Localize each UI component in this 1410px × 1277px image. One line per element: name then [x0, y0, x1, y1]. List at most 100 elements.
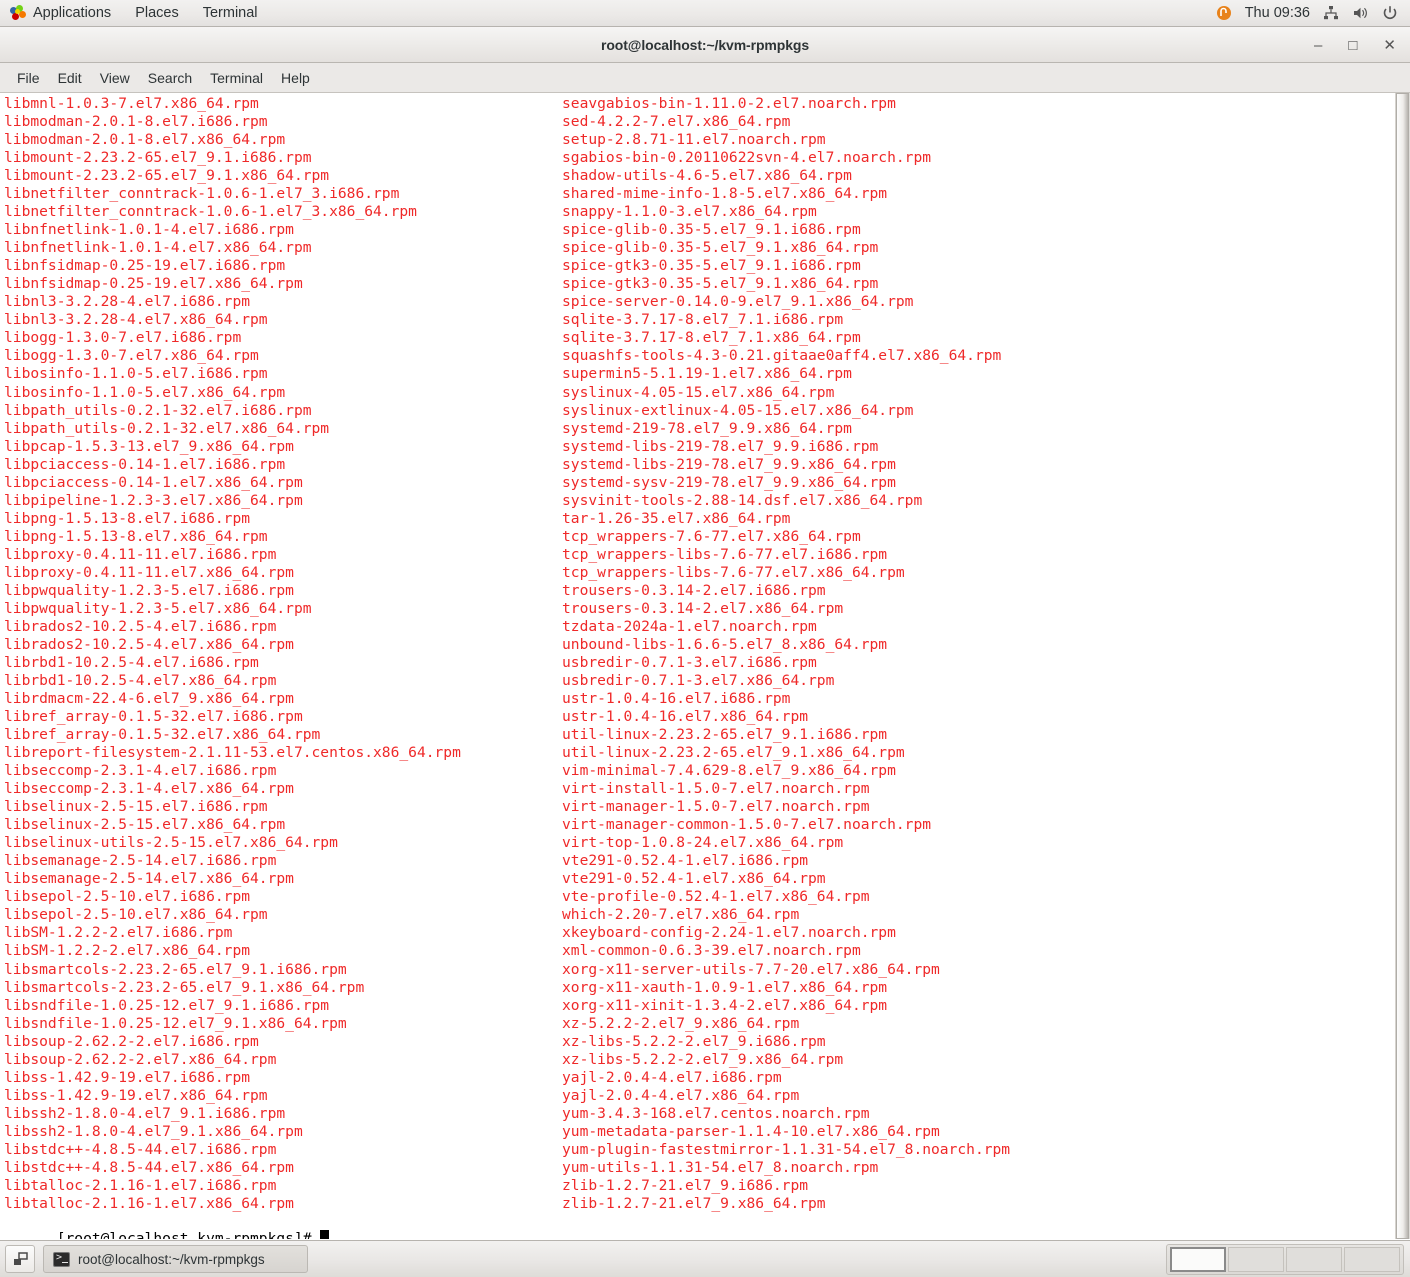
package-name-left: libmount-2.23.2-65.el7_9.1.x86_64.rpm — [4, 167, 330, 185]
clock[interactable]: Thu 09:36 — [1245, 5, 1310, 21]
package-row: libmnl-1.0.3-7.el7.x86_64.rpm seavgabios-… — [4, 95, 1390, 113]
menu-terminal[interactable]: Terminal — [201, 66, 272, 90]
package-row: libpwquality-1.2.3-5.el7.i686.rpm trouser… — [4, 582, 1390, 600]
package-name-right: sed-4.2.2-7.el7.x86_64.rpm — [562, 113, 791, 131]
panel-status-area: Thu 09:36 — [1216, 5, 1410, 21]
terminal-screen[interactable]: libmnl-1.0.3-7.el7.x86_64.rpm seavgabios-… — [0, 93, 1410, 1239]
package-name-right: xz-5.2.2-2.el7_9.x86_64.rpm — [562, 1014, 800, 1032]
workspace-2[interactable] — [1228, 1246, 1284, 1272]
menu-edit[interactable]: Edit — [49, 66, 91, 90]
package-name-left: libnetfilter_conntrack-1.0.6-1.el7_3.x86… — [4, 203, 417, 221]
package-name-left: libstdc++-4.8.5-44.el7.i686.rpm — [4, 1140, 277, 1158]
top-panel: Applications Places Terminal Thu 09:36 — [0, 0, 1410, 27]
package-name-right: setup-2.8.71-11.el7.noarch.rpm — [562, 131, 826, 149]
package-row: libpciaccess-0.14-1.el7.i686.rpm systemd-… — [4, 456, 1390, 474]
menu-search[interactable]: Search — [139, 66, 201, 90]
fedora-orange-icon[interactable] — [1216, 5, 1232, 21]
package-name-left: libsndfile-1.0.25-12.el7_9.1.i686.rpm — [4, 996, 330, 1014]
terminal-output: libmnl-1.0.3-7.el7.x86_64.rpm seavgabios-… — [0, 93, 1390, 1239]
package-row: libnfsidmap-0.25-19.el7.i686.rpm spice-gt… — [4, 257, 1390, 275]
window-titlebar[interactable]: root@localhost:~/kvm-rpmpkgs – □ ✕ — [0, 27, 1410, 63]
package-name-right: virt-manager-1.5.0-7.el7.noarch.rpm — [562, 798, 870, 816]
menu-view[interactable]: View — [91, 66, 139, 90]
package-name-left: libss-1.42.9-19.el7.i686.rpm — [4, 1068, 251, 1086]
package-name-left: libnfnetlink-1.0.1-4.el7.x86_64.rpm — [4, 239, 312, 257]
package-name-left: libnfnetlink-1.0.1-4.el7.i686.rpm — [4, 221, 294, 239]
prompt-text: [root@localhost kvm-rpmpkgs]# — [56, 1230, 321, 1239]
workspace-3[interactable] — [1286, 1246, 1342, 1272]
package-row: libseccomp-2.3.1-4.el7.i686.rpm vim-minim… — [4, 762, 1390, 780]
package-name-right: zlib-1.2.7-21.el7_9.i686.rpm — [562, 1176, 809, 1194]
package-name-left: libpcap-1.5.3-13.el7_9.x86_64.rpm — [4, 437, 294, 455]
package-listing: libmnl-1.0.3-7.el7.x86_64.rpm seavgabios-… — [4, 95, 1390, 1213]
package-name-left: libosinfo-1.1.0-5.el7.i686.rpm — [4, 365, 268, 383]
power-icon[interactable] — [1382, 5, 1398, 21]
package-name-right: yum-metadata-parser-1.1.4-10.el7.x86_64.… — [562, 1122, 940, 1140]
package-name-left: libseccomp-2.3.1-4.el7.i686.rpm — [4, 762, 277, 780]
package-name-right: sqlite-3.7.17-8.el7_7.1.x86_64.rpm — [562, 329, 861, 347]
package-name-right: spice-glib-0.35-5.el7_9.1.i686.rpm — [562, 221, 861, 239]
package-name-left: libselinux-utils-2.5-15.el7.x86_64.rpm — [4, 834, 338, 852]
package-row: libpath_utils-0.2.1-32.el7.x86_64.rpm sys… — [4, 420, 1390, 438]
package-name-left: libstdc++-4.8.5-44.el7.x86_64.rpm — [4, 1158, 294, 1176]
network-icon[interactable] — [1323, 5, 1339, 21]
package-row: libselinux-2.5-15.el7.i686.rpm virt-manag… — [4, 798, 1390, 816]
terminal-scrollbar[interactable] — [1395, 93, 1410, 1239]
package-name-left: libss-1.42.9-19.el7.x86_64.rpm — [4, 1086, 268, 1104]
package-name-right: usbredir-0.7.1-3.el7.x86_64.rpm — [562, 672, 835, 689]
workspace-4[interactable] — [1344, 1246, 1400, 1272]
terminal-window: root@localhost:~/kvm-rpmpkgs – □ ✕ File … — [0, 27, 1410, 1240]
maximize-button[interactable]: □ — [1344, 36, 1361, 55]
package-name-right: xml-common-0.6.3-39.el7.noarch.rpm — [562, 942, 861, 960]
package-row: libSM-1.2.2-2.el7.i686.rpm xkeyboard-conf… — [4, 924, 1390, 942]
package-row: libpciaccess-0.14-1.el7.x86_64.rpm system… — [4, 474, 1390, 492]
package-name-right: xz-libs-5.2.2-2.el7_9.i686.rpm — [562, 1032, 826, 1050]
package-row: libmodman-2.0.1-8.el7.x86_64.rpm setup-2.… — [4, 131, 1390, 149]
taskbar-window-button[interactable]: root@localhost:~/kvm-rpmpkgs — [43, 1245, 308, 1273]
package-name-right: which-2.20-7.el7.x86_64.rpm — [562, 906, 800, 924]
package-name-right: xorg-x11-server-utils-7.7-20.el7.x86_64.… — [562, 960, 940, 978]
package-name-left: libselinux-2.5-15.el7.i686.rpm — [4, 798, 268, 816]
package-row: libnfnetlink-1.0.1-4.el7.i686.rpm spice-g… — [4, 221, 1390, 239]
close-button[interactable]: ✕ — [1379, 36, 1400, 55]
package-name-left: libmnl-1.0.3-7.el7.x86_64.rpm — [4, 95, 259, 112]
applications-menu[interactable]: Applications — [2, 2, 121, 25]
package-name-right: usbredir-0.7.1-3.el7.i686.rpm — [562, 653, 817, 671]
menu-file[interactable]: File — [8, 66, 49, 90]
package-row: libref_array-0.1.5-32.el7.x86_64.rpm util… — [4, 726, 1390, 744]
package-row: libproxy-0.4.11-11.el7.i686.rpm tcp_wrapp… — [4, 546, 1390, 564]
package-name-right: yajl-2.0.4-4.el7.i686.rpm — [562, 1068, 782, 1086]
package-name-right: virt-install-1.5.0-7.el7.noarch.rpm — [562, 780, 870, 798]
package-row: libssh2-1.8.0-4.el7_9.1.i686.rpm yum-3.4.… — [4, 1105, 1390, 1123]
package-row: libosinfo-1.1.0-5.el7.i686.rpm supermin5-… — [4, 365, 1390, 383]
package-name-right: ustr-1.0.4-16.el7.x86_64.rpm — [562, 708, 809, 726]
show-desktop-button[interactable] — [5, 1245, 35, 1273]
window-controls: – □ ✕ — [1310, 27, 1400, 63]
workspace-1[interactable] — [1170, 1246, 1226, 1272]
package-row: libsepol-2.5-10.el7.x86_64.rpm which-2.20… — [4, 906, 1390, 924]
package-name-right: tcp_wrappers-libs-7.6-77.el7.i686.rpm — [562, 545, 888, 563]
package-row: libpng-1.5.13-8.el7.i686.rpm tar-1.26-35.… — [4, 510, 1390, 528]
show-desktop-icon — [13, 1251, 28, 1265]
package-name-left: libseccomp-2.3.1-4.el7.x86_64.rpm — [4, 780, 294, 798]
package-name-right: systemd-sysv-219-78.el7_9.9.x86_64.rpm — [562, 473, 896, 491]
package-name-right: tar-1.26-35.el7.x86_64.rpm — [562, 509, 791, 527]
terminal-menu[interactable]: Terminal — [193, 2, 268, 25]
package-name-left: libtalloc-2.1.16-1.el7.x86_64.rpm — [4, 1194, 294, 1212]
minimize-button[interactable]: – — [1310, 36, 1326, 55]
package-row: librbd1-10.2.5-4.el7.i686.rpm usbredir-0.… — [4, 654, 1390, 672]
package-name-right: virt-top-1.0.8-24.el7.x86_64.rpm — [562, 834, 844, 852]
places-menu[interactable]: Places — [125, 2, 189, 25]
scrollbar-thumb[interactable] — [1396, 93, 1409, 1239]
package-row: libosinfo-1.1.0-5.el7.x86_64.rpm syslinux… — [4, 384, 1390, 402]
package-name-left: libsndfile-1.0.25-12.el7_9.1.x86_64.rpm — [4, 1014, 347, 1032]
package-name-right: vim-minimal-7.4.629-8.el7_9.x86_64.rpm — [562, 762, 896, 780]
package-name-right: spice-gtk3-0.35-5.el7_9.1.i686.rpm — [562, 257, 861, 275]
workspace-switcher[interactable] — [1166, 1243, 1404, 1275]
package-name-right: vte291-0.52.4-1.el7.i686.rpm — [562, 852, 809, 870]
menu-help[interactable]: Help — [272, 66, 319, 90]
volume-icon[interactable] — [1352, 5, 1369, 21]
applications-menu-label: Applications — [33, 4, 112, 21]
package-row: libstdc++-4.8.5-44.el7.i686.rpm yum-plugi… — [4, 1141, 1390, 1159]
package-row: libpwquality-1.2.3-5.el7.x86_64.rpm trous… — [4, 600, 1390, 618]
